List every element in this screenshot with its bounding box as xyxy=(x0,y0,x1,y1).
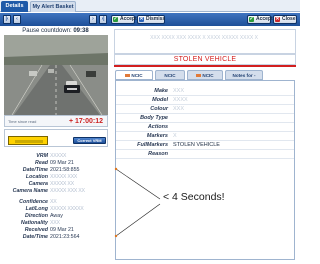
detail-row-lat-long: Lat/Long XXXXX XXXXX xyxy=(25,206,84,212)
vehicle-row-actions: Actions xyxy=(116,123,294,132)
close-label: Close xyxy=(282,16,296,22)
detail-row-nationality: Nationality XXX xyxy=(20,220,60,226)
detail-row-received-datetime: Date/Time 2021:23:564 xyxy=(22,234,80,240)
vehicle-row-markers: Markers X xyxy=(116,132,294,141)
alert-status: STOLEN VEHICLE xyxy=(114,54,296,65)
detail-row-direction: Direction Away xyxy=(25,213,63,219)
close-icon: ✕ xyxy=(275,16,280,22)
flag-icon xyxy=(125,74,131,78)
plate-image xyxy=(8,136,48,145)
annotation-text: < 4 Seconds! xyxy=(163,191,225,203)
correct-vrm-button[interactable]: Correct VRM xyxy=(73,137,106,144)
check-icon: ✓ xyxy=(249,16,254,22)
alert-header-text: XXX XXXX XXX XXXX X XXXX XXXXX XXXX X xyxy=(150,35,258,41)
tab-details[interactable]: Details xyxy=(1,1,28,12)
vehicle-row-reason: Reason xyxy=(116,150,294,159)
plate-panel: Correct VRM xyxy=(4,129,108,147)
time-since-read-value: + 17:00:12 xyxy=(68,118,103,125)
accept-button[interactable]: ✓ Accept xyxy=(111,15,137,24)
detail-row-location: Location XXXXX XXX xyxy=(25,174,78,180)
tab-notes[interactable]: Notes for - xyxy=(225,70,263,80)
road-scene-image xyxy=(4,35,108,115)
accept-right-button[interactable]: ✓ Accept xyxy=(247,15,273,24)
pause-value: 09:38 xyxy=(73,28,89,34)
image-caption: Time since read + 17:00:12 xyxy=(4,115,108,127)
alert-header: XXX XXXX XXX XXXX X XXXX XXXXX XXXX X xyxy=(114,29,296,54)
flag-icon xyxy=(196,74,202,78)
detail-row-camera: Camera XXXXX XX xyxy=(28,181,75,187)
tab-bar: Details My Alert Basket xyxy=(0,0,300,12)
dismiss-button[interactable]: ✕ Dismiss xyxy=(137,15,165,24)
close-button[interactable]: ✕ Close xyxy=(273,15,297,24)
ncic-tabs: NCIC NCIC NCIC Notes for - xyxy=(115,70,295,80)
detail-row-camera-name: Camera Name XXXXX XXX XX xyxy=(12,188,85,194)
tab-ncic-1[interactable]: NCIC xyxy=(115,70,153,80)
detail-row-read-datetime: Date/Time 2021:58:855 xyxy=(22,167,80,173)
detail-row-vrm: VRM XXXXX xyxy=(36,153,67,159)
alert-status-underline xyxy=(114,65,296,67)
tab-my-alert-basket[interactable]: My Alert Basket xyxy=(30,1,76,12)
dismiss-label: Dismiss xyxy=(146,16,166,22)
vehicle-row-colour: Colour XXX xyxy=(116,105,294,114)
vehicle-row-model: Model XXXX xyxy=(116,96,294,105)
first-icon[interactable]: |‹ xyxy=(3,15,11,24)
vehicle-row-body-type: Body Type xyxy=(116,114,294,123)
tab-ncic-3[interactable]: NCIC xyxy=(187,70,223,80)
check-icon: ✓ xyxy=(113,16,118,22)
toolbar: |‹ ‹ › ›| ✓ Accept ✕ Dismiss ✓ Accept ✕ … xyxy=(0,13,300,26)
detail-row-received: Received 09 Mar 21 xyxy=(24,227,74,233)
pause-countdown: Pause countdown: 09:38 xyxy=(2,27,109,35)
tab-ncic-2[interactable]: NCIC xyxy=(155,70,185,80)
vehicle-row-make: Make XXX xyxy=(116,87,294,96)
next-icon[interactable]: › xyxy=(89,15,97,24)
prev-icon[interactable]: ‹ xyxy=(13,15,21,24)
detail-row-confidence: Confidence XX xyxy=(19,199,57,205)
detail-row-read: Read 09 Mar 21 xyxy=(35,160,74,166)
dismiss-icon: ✕ xyxy=(139,16,144,22)
time-since-read-label: Time since read xyxy=(8,119,37,124)
accept-right-label: Accept xyxy=(256,16,273,22)
vehicle-details-panel: Make XXX Model XXXX Colour XXX Body Type… xyxy=(115,80,295,260)
accept-label: Accept xyxy=(120,16,137,22)
vehicle-row-full-markers: FullMarkers STOLEN VEHICLE xyxy=(116,141,294,150)
last-icon[interactable]: ›| xyxy=(99,15,107,24)
pause-label: Pause countdown: xyxy=(22,28,72,34)
camera-image xyxy=(4,35,108,115)
